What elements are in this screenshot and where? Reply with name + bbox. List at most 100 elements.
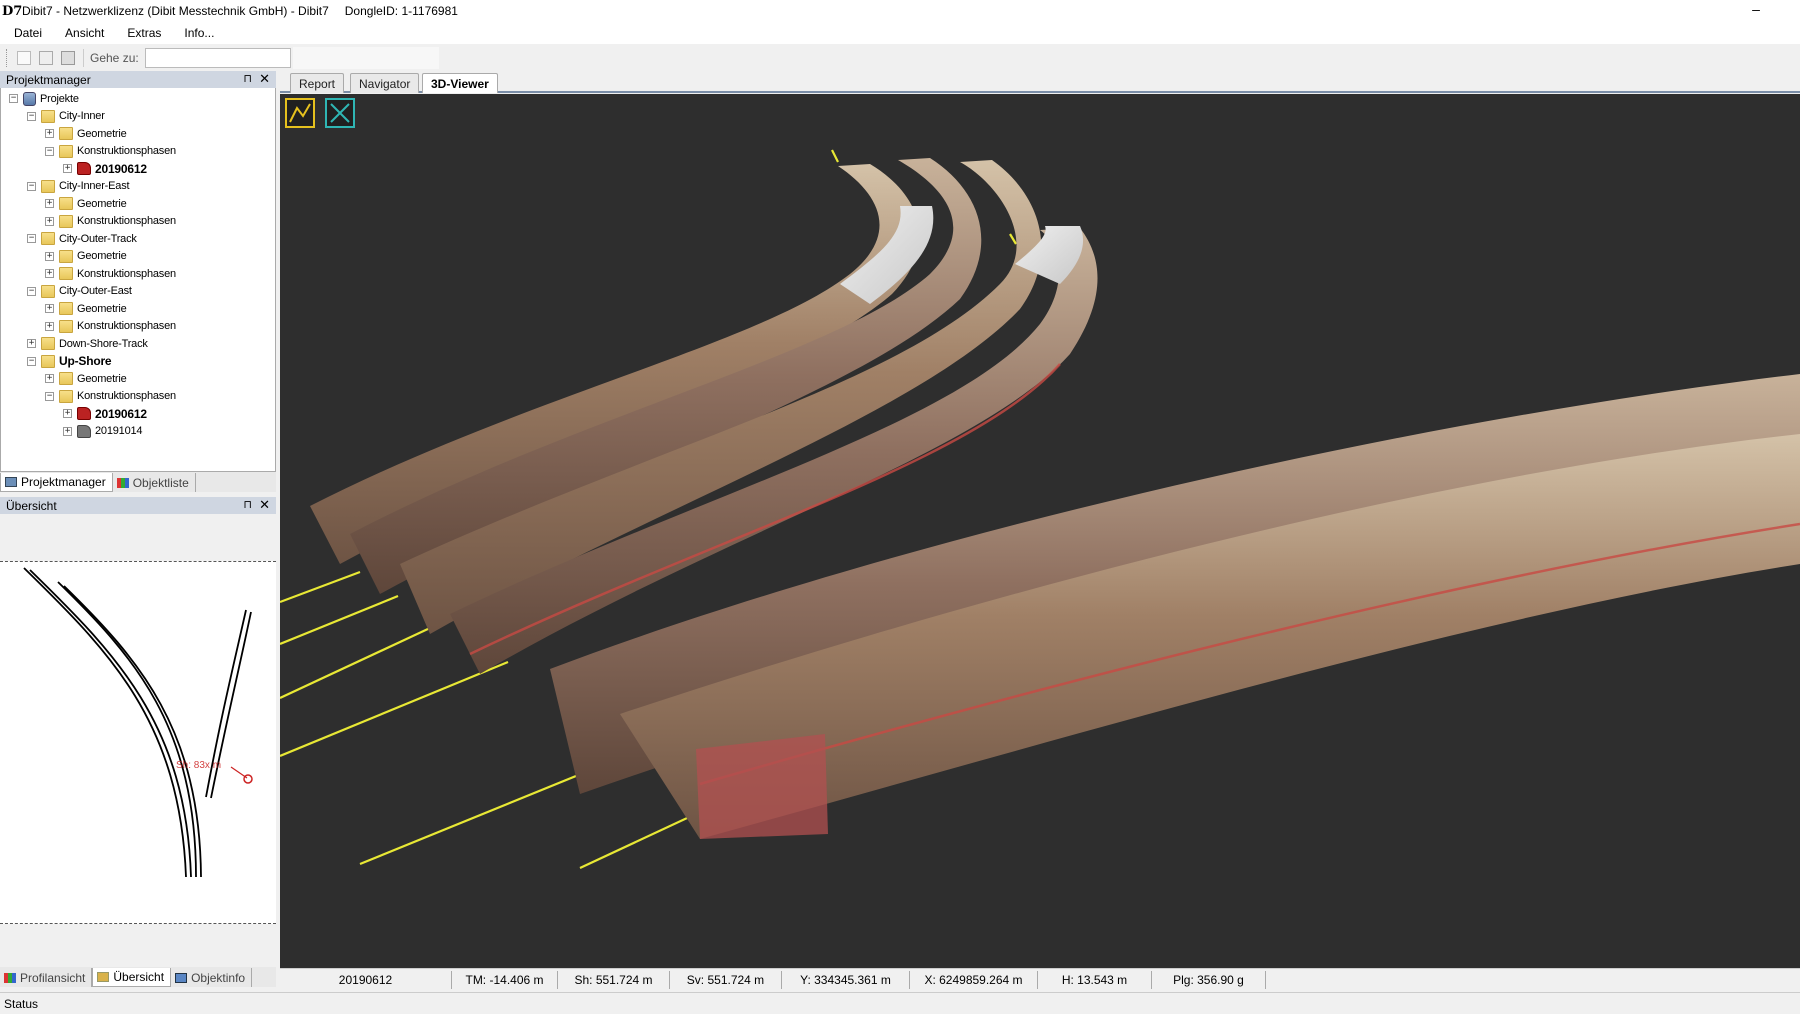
document-tabs: Report Navigator 3D-Viewer [280,71,1800,93]
menu-datei[interactable]: Datei [0,26,51,40]
guide-line [280,594,399,646]
tree-item[interactable]: + Down-Shore-Track [27,335,148,352]
measure-polyline-icon[interactable] [285,98,315,128]
tree-item-label: Up-Shore [59,354,112,368]
collapse-icon[interactable]: − [27,111,36,121]
overview-track [57,581,197,878]
projektmanager-tabs: Projektmanager Objektliste [0,472,276,492]
close-icon[interactable]: ✕ [259,497,270,513]
fit-view-icon[interactable] [325,98,355,128]
close-icon[interactable]: ✕ [259,71,270,87]
tree-item[interactable]: − City-Outer-East [27,283,132,300]
tab-navigator[interactable]: Navigator [350,73,420,93]
collapse-icon[interactable]: − [27,356,36,366]
save-icon[interactable] [61,51,75,65]
3d-viewer[interactable] [280,94,1800,968]
projektmanager-icon [5,477,17,487]
folder-icon [41,179,55,193]
collapse-icon[interactable]: − [27,181,36,191]
overview-map-svg: Sh: 83x m [23,567,253,878]
database-icon [23,91,36,106]
tab-3d-viewer[interactable]: 3D-Viewer [422,73,498,93]
overview-map[interactable]: Sh: 83x m [0,561,276,924]
toolbar: Gehe zu: [0,44,1800,72]
expand-icon[interactable]: + [45,374,54,383]
tree-item[interactable]: +20190612 [63,160,147,177]
menu-info[interactable]: Info... [170,26,223,40]
tree-item[interactable]: + Geometrie [45,125,127,142]
goto-input[interactable] [144,48,291,68]
uebersicht-header: Übersicht ⊓ ✕ [0,497,276,514]
guide-line [280,570,361,604]
toolbar-grip[interactable] [6,49,9,67]
guide-line [280,660,509,758]
expand-icon[interactable]: + [63,426,72,436]
expand-icon[interactable]: + [45,129,54,138]
phase-active-icon [77,162,91,175]
info-x: X: 6249859.264 m [910,970,1038,989]
folder-icon [59,144,73,158]
folder-icon [41,337,55,350]
title-bar: D7 Dibit7 - Netzwerklizenz (Dibit Messte… [0,0,1800,22]
info-plg: Plg: 356.90 g [1152,970,1266,989]
menu-bar: Datei Ansicht Extras Info... [0,22,1800,44]
menu-ansicht[interactable]: Ansicht [51,26,113,40]
expand-icon[interactable]: + [45,304,54,313]
expand-icon[interactable]: + [63,164,72,173]
tab-objektinfo[interactable]: Objektinfo [171,968,253,987]
tree-item[interactable]: − City-Inner-East [27,178,130,195]
tree-item[interactable]: − Up-Shore [27,353,112,370]
expand-icon[interactable]: + [45,251,54,261]
folder-icon [59,197,73,210]
phase-inactive-icon [77,424,91,438]
profilansicht-icon [4,972,16,983]
expand-icon[interactable]: + [45,269,54,278]
collapse-icon[interactable]: − [27,234,36,243]
pin-icon[interactable]: ⊓ [243,498,252,511]
tree-item[interactable]: +20191014 [63,423,143,440]
pin-icon[interactable]: ⊓ [243,72,252,85]
minimize-button[interactable]: – [1742,0,1770,22]
collapse-icon[interactable]: − [27,286,36,296]
tree-item[interactable]: + Geometrie [45,300,127,317]
uebersicht-title: Übersicht [6,498,57,513]
expand-icon[interactable]: + [27,339,36,348]
tree-item[interactable]: + Konstruktionsphasen [45,265,176,282]
tree-item[interactable]: + Geometrie [45,248,127,265]
guide-line [280,627,431,699]
tree-item[interactable]: + Geometrie [45,370,127,387]
collapse-icon[interactable]: − [45,146,54,156]
expand-icon[interactable]: + [45,216,54,226]
overview-tabs: Profilansicht Übersicht Objektinfo [0,967,276,987]
expand-icon[interactable]: + [45,321,54,331]
tree-item[interactable]: − City-Inner [27,108,105,125]
coordinate-bar: 20190612 TM: -14.406 m Sh: 551.724 m Sv:… [280,968,1800,990]
tree-item[interactable]: + Geometrie [45,195,127,212]
tree-item[interactable]: + Konstruktionsphasen [45,318,176,335]
tab-profilansicht[interactable]: Profilansicht [0,968,93,987]
tree-item[interactable]: − City-Outer-Track [27,230,137,247]
tree-item-label: Konstruktionsphasen [77,267,176,280]
tab-report[interactable]: Report [290,73,345,93]
expand-icon[interactable]: + [45,199,54,208]
expand-icon[interactable]: + [63,409,72,418]
collapse-icon[interactable]: − [9,94,18,103]
tab-uebersicht[interactable]: Übersicht [92,968,172,987]
tree-item[interactable]: + Konstruktionsphasen [45,213,176,230]
tree-item[interactable]: − Konstruktionsphasen [45,143,176,160]
tree-item-label: Geometrie [77,302,127,315]
tree-item[interactable]: − Projekte [9,90,79,107]
new-file-icon[interactable] [17,51,31,65]
collapse-icon[interactable]: − [45,391,54,401]
tab-projektmanager[interactable]: Projektmanager [0,473,113,492]
menu-extras[interactable]: Extras [113,26,170,40]
overview-panel: Sh: 83x m [0,514,276,966]
tab-objektliste[interactable]: Objektliste [113,473,196,492]
folder-icon [59,302,73,315]
projektmanager-header: Projektmanager ⊓ ✕ [0,71,276,88]
goto-dropdown-area[interactable] [292,47,439,69]
tree-item[interactable]: − Konstruktionsphasen [45,388,176,405]
projektmanager-title: Projektmanager [6,72,91,87]
open-folder-icon[interactable] [39,51,53,65]
tree-item[interactable]: +20190612 [63,405,147,422]
